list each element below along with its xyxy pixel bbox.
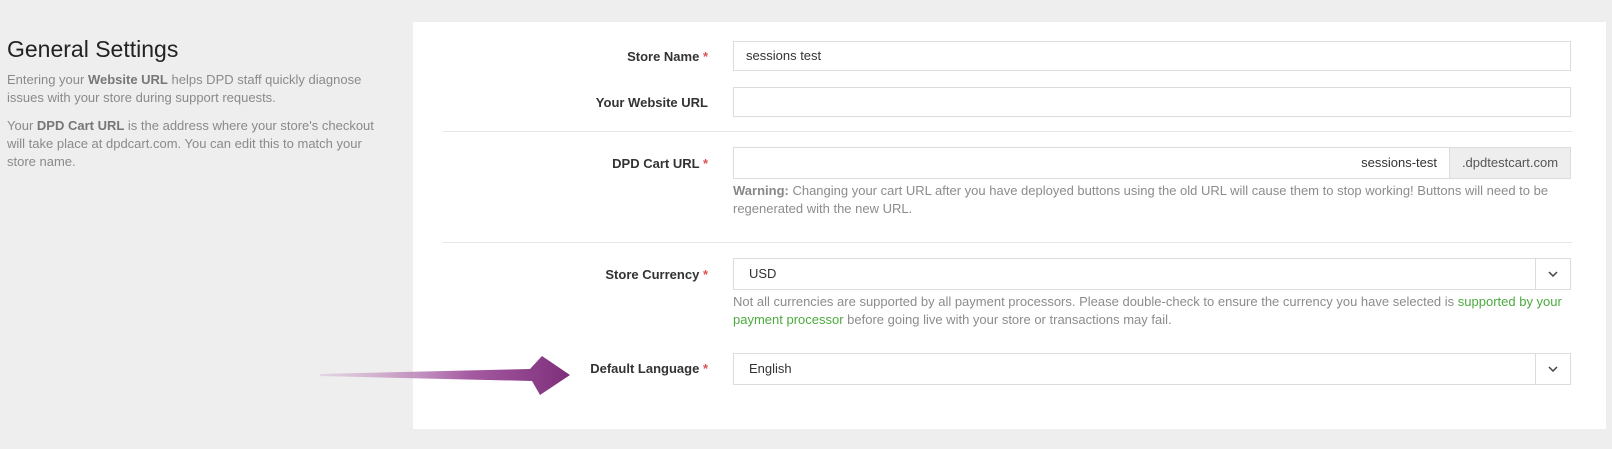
help-text: Not all currencies are supported by all … (733, 294, 1458, 309)
language-label: Default Language * (590, 361, 708, 376)
store-name-input[interactable]: sessions test (733, 41, 1571, 71)
page-title: General Settings (7, 36, 179, 62)
intro-paragraph-cart: Your DPD Cart URL is the address where y… (7, 117, 379, 171)
chevron-down-icon[interactable] (1535, 259, 1570, 289)
intro-text: Your (7, 118, 37, 133)
required-mark: * (702, 361, 708, 376)
cart-url-input[interactable]: sessions-test (733, 147, 1449, 179)
label-text: Store Name (627, 49, 700, 64)
required-mark: * (702, 156, 708, 171)
cart-url-label: DPD Cart URL * (612, 156, 708, 171)
label-text: Store Currency (605, 267, 700, 282)
section-divider (443, 131, 1572, 132)
warning-text: Changing your cart URL after you have de… (733, 183, 1549, 216)
label-text: Default Language (590, 361, 700, 376)
currency-label: Store Currency * (605, 267, 708, 282)
arrow-right-icon (320, 356, 570, 395)
help-text: before going live with your store or tra… (843, 312, 1172, 327)
intro-paragraph-website: Entering your Website URL helps DPD staf… (7, 71, 379, 107)
settings-panel: Store Name * sessions test Your Website … (413, 22, 1606, 429)
intro-section: General Settings Entering your Website U… (7, 36, 379, 181)
website-url-input[interactable] (733, 87, 1571, 117)
store-name-label: Store Name * (627, 49, 708, 64)
website-url-label: Your Website URL (596, 95, 708, 110)
currency-select[interactable]: USD (733, 258, 1571, 290)
warning-label: Warning: (733, 183, 789, 198)
intro-bold: DPD Cart URL (36, 118, 125, 133)
intro-text: Entering your (7, 72, 88, 87)
cart-url-warning: Warning: Changing your cart URL after yo… (733, 182, 1571, 218)
section-divider (443, 242, 1572, 243)
chevron-down-icon[interactable] (1535, 354, 1570, 384)
required-mark: * (702, 267, 708, 282)
language-select[interactable]: English (733, 353, 1571, 385)
cart-url-suffix: .dpdtestcart.com (1449, 147, 1571, 179)
label-text: DPD Cart URL (612, 156, 700, 171)
currency-selected-value: USD (749, 266, 777, 281)
currency-help: Not all currencies are supported by all … (733, 293, 1571, 329)
language-selected-value: English (749, 361, 792, 376)
required-mark: * (702, 49, 708, 64)
cart-url-group: sessions-test .dpdtestcart.com (733, 147, 1571, 179)
intro-bold: Website URL (87, 72, 168, 87)
label-text: Your Website URL (595, 95, 708, 110)
